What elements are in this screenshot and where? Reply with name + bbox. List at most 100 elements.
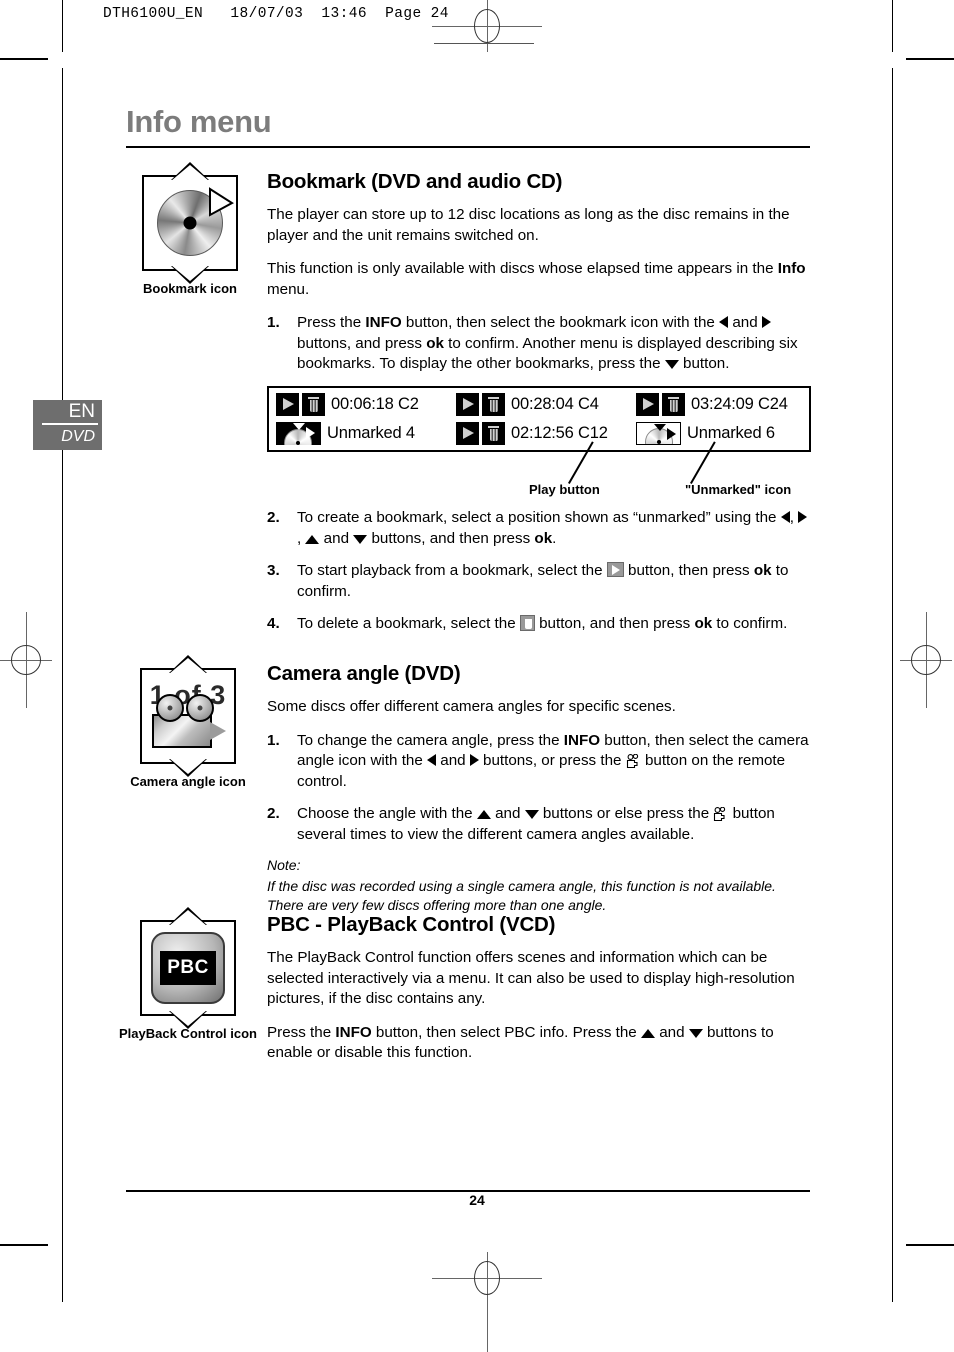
camera-angle-section: Camera angle (DVD) Some discs offer diff…: [267, 662, 811, 915]
play-button-icon[interactable]: [456, 393, 479, 416]
arrow-right-icon: [469, 754, 479, 766]
camera-reel-right: [186, 694, 214, 722]
trash-button-icon[interactable]: [302, 393, 325, 416]
step-number: 4.: [267, 615, 280, 632]
camera-button-icon: [714, 806, 726, 822]
bookmark-cell-icons: [276, 393, 325, 416]
note-label: Note:: [267, 857, 301, 873]
bookmark-cell[interactable]: 00:28:04 C4: [449, 393, 629, 416]
bookmark-cell-icons: [456, 422, 505, 445]
badge-language: EN: [68, 401, 95, 422]
trash-button-icon[interactable]: [482, 422, 505, 445]
bookmark-intro-1: The player can store up to 12 disc locat…: [267, 206, 790, 244]
arrow-up-icon: [476, 810, 491, 819]
pbc-label: PBC: [160, 951, 216, 985]
arrow-left-icon: [780, 511, 790, 523]
bookmark-steps-rest: 2. To create a bookmark, select a positi…: [267, 508, 811, 635]
badge-media: DVD: [61, 427, 95, 445]
arrow-left-icon: [719, 316, 729, 328]
pbc-heading: PBC - PlayBack Control (VCD): [267, 913, 556, 936]
camera-lens: [210, 722, 226, 740]
note-text: If the disc was recorded using a single …: [267, 878, 776, 913]
play-button-icon[interactable]: [276, 393, 299, 416]
pbc-paragraph-2: Press the INFO button, then select PBC i…: [267, 1023, 774, 1062]
camera-button-icon: [626, 753, 638, 769]
camera-angle-intro: Some discs offer different camera angles…: [267, 698, 676, 715]
arrow-down-icon: [169, 1011, 207, 1029]
bookmark-heading: Bookmark (DVD and audio CD): [267, 170, 563, 193]
bookmark-time: 00:06:18 C2: [331, 395, 419, 413]
callout-label-play: Play button: [529, 482, 600, 497]
camera-angle-steps: 1. To change the camera angle, press the…: [267, 731, 811, 846]
callout-label-unmarked: "Unmarked" icon: [685, 482, 792, 497]
bookmark-cell[interactable]: Unmarked 4: [269, 422, 449, 445]
arrow-right-icon: [798, 511, 808, 523]
bookmark-steps-continued: 2. To create a bookmark, select a positi…: [267, 508, 811, 647]
unmarked-icon[interactable]: [276, 422, 321, 445]
step-number: 1.: [267, 731, 280, 749]
play-button-icon: [606, 562, 624, 577]
bookmark-pointer-icon: [209, 187, 234, 217]
arrow-left-icon: [427, 754, 437, 766]
arrow-right-icon: [761, 316, 771, 328]
bookmark-cell-icons: [636, 393, 685, 416]
arrow-down-icon: [171, 266, 209, 284]
step-number: 2.: [267, 805, 280, 822]
bookmark-cell-icons: [456, 393, 505, 416]
arrow-up-icon: [169, 907, 207, 925]
bookmark-menu-row: 00:06:18 C2 00:28:04 C4 03:24:09 C24: [269, 390, 809, 419]
arrow-down-icon: [688, 1028, 703, 1038]
camera-icon: 1 of 3: [142, 670, 234, 762]
language-badge: EN DVD: [33, 400, 102, 450]
bookmark-cell[interactable]: Unmarked 6: [629, 422, 809, 445]
bookmark-step-2: 2. To create a bookmark, select a positi…: [267, 508, 811, 549]
bookmark-time: Unmarked 4: [327, 424, 415, 442]
pbc-icon-block: PBC PlayBack Control icon: [115, 907, 261, 1042]
arrow-up-icon: [171, 162, 209, 180]
camera-angle-icon-frame: 1 of 3: [140, 655, 236, 777]
arrow-up-icon: [305, 534, 320, 544]
camera-reel-left: [156, 694, 184, 722]
arrow-down-icon: [524, 810, 539, 819]
bookmark-menu-box: 00:06:18 C2 00:28:04 C4 03:24:09 C24 Unm…: [267, 386, 811, 452]
bookmark-steps: 1. Press the INFO button, then select th…: [267, 313, 811, 375]
bookmark-cell[interactable]: 03:24:09 C24: [629, 393, 809, 416]
step-number: 2.: [267, 509, 280, 526]
title-rule: [126, 146, 810, 148]
document-page: Info menu EN DVD Bookmark icon Bookmark …: [0, 0, 954, 1302]
bookmark-time: 03:24:09 C24: [691, 395, 788, 413]
bookmark-icon-frame: [142, 162, 238, 284]
page-title: Info menu: [126, 104, 272, 139]
play-button-icon[interactable]: [636, 393, 659, 416]
bookmark-time: 02:12:56 C12: [511, 424, 608, 442]
bookmark-step-3: 3. To start playback from a bookmark, se…: [267, 562, 789, 600]
step-number: 1.: [267, 314, 280, 331]
bookmark-time: 00:28:04 C4: [511, 395, 599, 413]
play-button-icon[interactable]: [456, 422, 479, 445]
bookmark-menu-row: Unmarked 4 02:12:56 C12 Unmarked 6: [269, 419, 809, 448]
pbc-pad-icon: PBC: [151, 932, 225, 1004]
step-number: 3.: [267, 562, 280, 579]
pbc-section: PBC - PlayBack Control (VCD) The PlayBac…: [267, 913, 811, 1077]
trash-button-icon: [519, 615, 535, 631]
unmarked-icon-selected[interactable]: [636, 422, 681, 445]
pbc-paragraph-1: The PlayBack Control function offers sce…: [267, 949, 795, 1007]
arrow-up-icon: [640, 1028, 655, 1038]
trash-button-icon[interactable]: [662, 393, 685, 416]
badge-divider: [42, 423, 98, 425]
camera-angle-step-2: 2. Choose the angle with the and buttons…: [267, 805, 775, 843]
arrow-down-icon: [664, 360, 679, 369]
bookmark-step-1: 1. Press the INFO button, then select th…: [267, 314, 798, 372]
bookmark-step-4: 4. To delete a bookmark, select the butt…: [267, 614, 811, 635]
pbc-icon-frame: PBC: [140, 907, 236, 1029]
bookmark-icon-block: Bookmark icon: [117, 162, 263, 297]
bookmark-cell[interactable]: 00:06:18 C2: [269, 393, 449, 416]
camera-angle-step-1: 1. To change the camera angle, press the…: [267, 731, 809, 790]
camera-angle-icon-block: 1 of 3 Camera angle icon: [115, 655, 261, 790]
bookmark-section: Bookmark (DVD and audio CD) The player c…: [267, 170, 811, 387]
bookmark-cell[interactable]: 02:12:56 C12: [449, 422, 629, 445]
arrow-down-icon: [353, 534, 368, 544]
page-number: 24: [469, 1192, 485, 1208]
camera-angle-heading: Camera angle (DVD): [267, 662, 461, 685]
trash-button-icon[interactable]: [482, 393, 505, 416]
